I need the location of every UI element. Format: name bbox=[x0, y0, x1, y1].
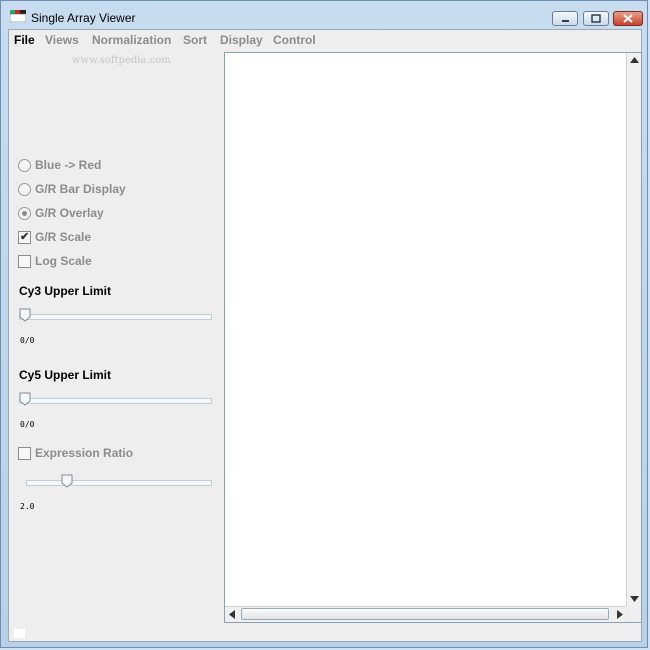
status-indicator bbox=[14, 629, 25, 638]
app-window: Single Array Viewer File Views Normaliza… bbox=[0, 0, 648, 648]
radio-button-icon bbox=[18, 159, 31, 172]
slider-track bbox=[26, 480, 212, 486]
vertical-scrollbar[interactable] bbox=[626, 53, 641, 606]
radio-button-selected-icon bbox=[18, 207, 31, 220]
scroll-down-arrow-icon bbox=[629, 596, 639, 602]
cy3-heading: Cy3 Upper Limit bbox=[19, 284, 112, 298]
slider-track bbox=[19, 398, 212, 404]
radio-gr-overlay-label: G/R Overlay bbox=[35, 206, 104, 220]
title-bar[interactable]: Single Array Viewer bbox=[1, 1, 647, 31]
checkbox-gr-scale-label: G/R Scale bbox=[35, 230, 92, 244]
radio-blue-red-label: Blue -> Red bbox=[35, 158, 102, 172]
cy5-heading: Cy5 Upper Limit bbox=[19, 368, 112, 382]
checkbox-checked-icon bbox=[18, 230, 31, 244]
expression-ratio-value: 2.0 bbox=[20, 502, 35, 511]
menu-sort[interactable]: Sort bbox=[183, 33, 207, 47]
scroll-left-arrow-icon bbox=[229, 609, 235, 619]
array-display-area[interactable] bbox=[224, 52, 642, 623]
cy3-slider[interactable] bbox=[19, 308, 212, 324]
app-icon bbox=[10, 10, 26, 22]
menu-views[interactable]: Views bbox=[45, 33, 79, 47]
scroll-up-arrow-icon bbox=[629, 57, 639, 63]
checkbox-icon bbox=[18, 255, 31, 268]
slider-thumb[interactable] bbox=[19, 308, 31, 322]
cy5-slider[interactable] bbox=[19, 392, 212, 408]
scroll-right-arrow-icon bbox=[617, 609, 623, 619]
close-button[interactable] bbox=[613, 11, 643, 26]
control-panel: Blue -> Red G/R Bar Display G/R Overlay … bbox=[9, 52, 223, 642]
checkbox-icon bbox=[18, 447, 31, 460]
minimize-button[interactable] bbox=[552, 11, 578, 26]
menu-control[interactable]: Control bbox=[273, 33, 316, 47]
client-area: File Views Normalization Sort Display Co… bbox=[8, 29, 642, 642]
scrollbar-corner bbox=[626, 606, 641, 622]
scroll-right-button[interactable] bbox=[613, 607, 627, 621]
radio-gr-bar-display-label: G/R Bar Display bbox=[35, 182, 126, 196]
slider-track bbox=[19, 314, 212, 320]
menu-bar: File Views Normalization Sort Display Co… bbox=[9, 30, 641, 52]
cy5-value: 0/0 bbox=[20, 420, 35, 429]
maximize-icon bbox=[591, 14, 601, 23]
minimize-icon bbox=[562, 20, 569, 22]
scroll-up-button[interactable] bbox=[627, 53, 641, 67]
menu-normalization[interactable]: Normalization bbox=[92, 33, 171, 47]
checkbox-expression-ratio-label: Expression Ratio bbox=[35, 446, 134, 460]
menu-file[interactable]: File bbox=[14, 33, 35, 47]
menu-display[interactable]: Display bbox=[220, 33, 263, 47]
window-title: Single Array Viewer bbox=[31, 11, 136, 25]
cy3-value: 0/0 bbox=[20, 336, 35, 345]
slider-thumb[interactable] bbox=[61, 474, 73, 488]
scroll-left-button[interactable] bbox=[225, 607, 239, 621]
radio-button-icon bbox=[18, 183, 31, 196]
horizontal-scroll-thumb[interactable] bbox=[241, 608, 609, 620]
close-icon bbox=[623, 14, 633, 23]
slider-thumb[interactable] bbox=[19, 392, 31, 406]
checkbox-log-scale-label: Log Scale bbox=[35, 254, 92, 268]
maximize-button[interactable] bbox=[583, 11, 609, 26]
horizontal-scrollbar[interactable] bbox=[225, 606, 627, 622]
expression-ratio-slider[interactable] bbox=[26, 474, 212, 490]
scroll-down-button[interactable] bbox=[627, 592, 641, 606]
